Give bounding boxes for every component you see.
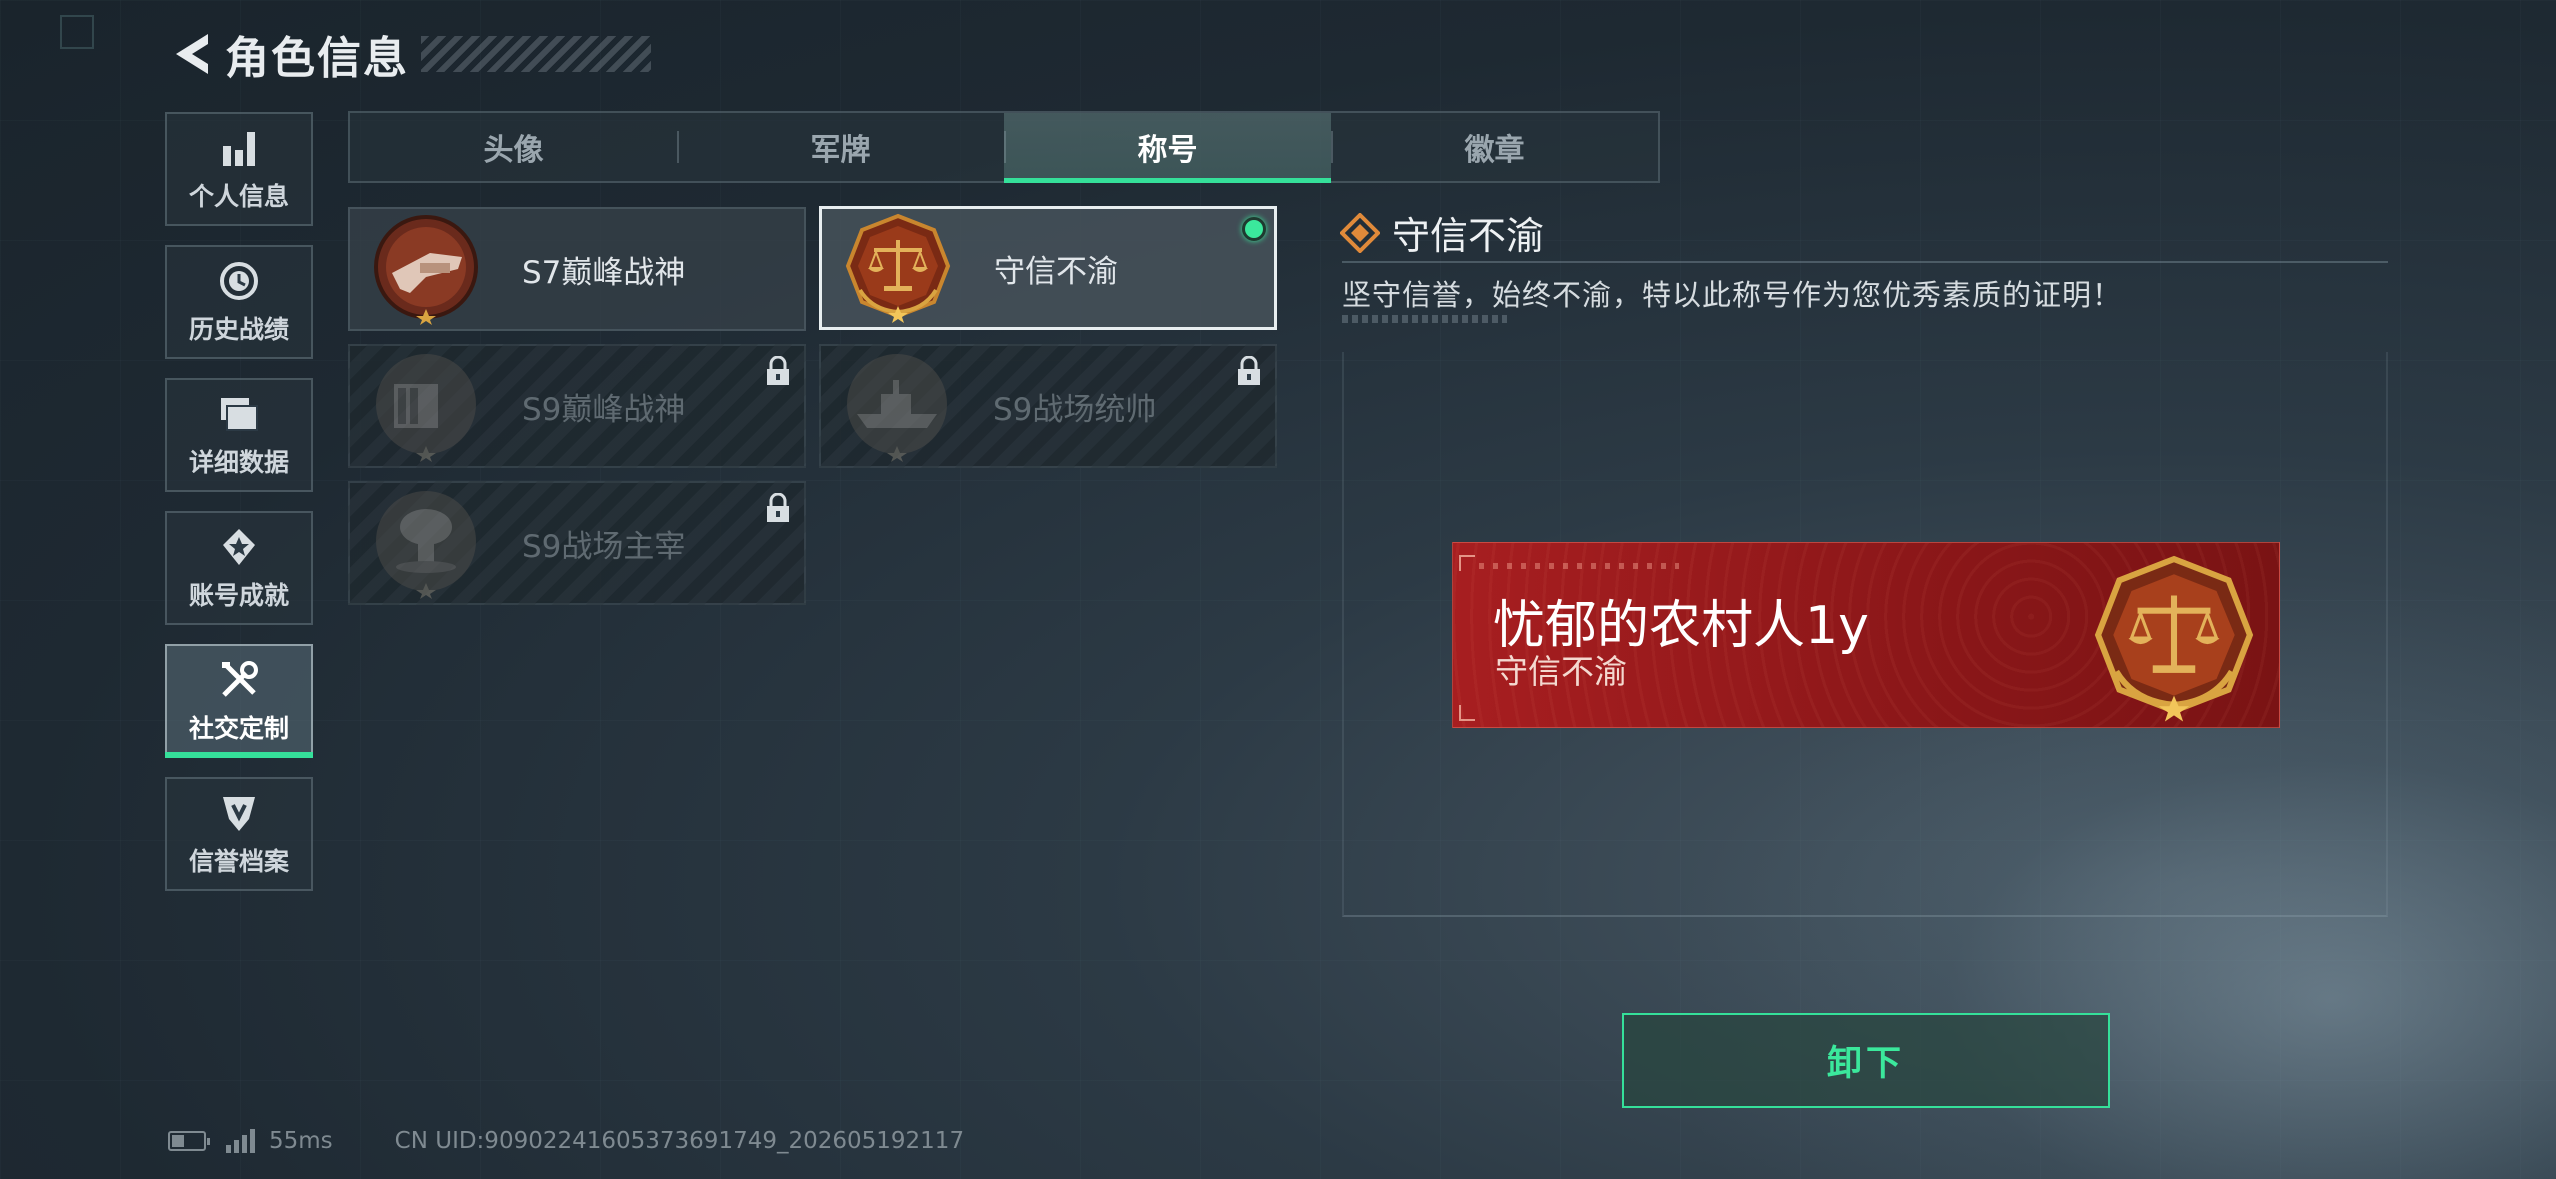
- sidebar-item-credit[interactable]: 信誉档案: [165, 777, 313, 891]
- diamond-icon: [1340, 212, 1380, 253]
- sidebar-item-label: 详细数据: [188, 448, 289, 477]
- sidebar-item-label: 个人信息: [188, 182, 289, 211]
- banner-corner: [1459, 555, 1475, 571]
- unequip-button[interactable]: 卸下: [1622, 1013, 2110, 1108]
- uid-text: CN UID:9090224160537369174​9_20260519211…: [394, 1128, 965, 1154]
- sidebar-item-social-custom[interactable]: 社交定制: [165, 644, 313, 758]
- tab-avatar[interactable]: 头像: [350, 113, 677, 181]
- sidebar-item-label: 信誉档案: [188, 847, 289, 876]
- sidebar-item-label: 社交定制: [188, 714, 289, 743]
- ping-value: 55ms: [269, 1128, 333, 1154]
- title-medal-icon: [370, 213, 482, 325]
- sidebar-item-achievements[interactable]: 账号成就: [165, 511, 313, 625]
- signal-icon: [226, 1129, 255, 1153]
- equipped-indicator: [1242, 217, 1266, 241]
- detail-header: 守信不渝: [1340, 205, 1544, 260]
- tab-dogtag[interactable]: 军牌: [677, 113, 1004, 181]
- sidebar-item-label: 账号成就: [188, 581, 289, 610]
- lock-icon: [1235, 355, 1263, 386]
- title-card[interactable]: S7巅峰战神: [348, 207, 806, 331]
- scales-medal-icon: [2089, 553, 2259, 723]
- title-name: S9巅峰战神: [522, 391, 686, 428]
- bar-chart-icon: [219, 125, 259, 171]
- title-medal-icon: [370, 487, 482, 599]
- scales-medal-icon: [842, 212, 954, 324]
- title-card-selected[interactable]: 守信不渝: [819, 206, 1277, 330]
- banner-corner: [1459, 705, 1475, 721]
- title-decoration: [421, 36, 651, 72]
- title-card-locked[interactable]: S9战场统帅: [819, 344, 1277, 468]
- title-banner-preview: 忧郁的农村人1y 守信不渝: [1452, 542, 2280, 728]
- title-name: S7巅峰战神: [522, 254, 686, 291]
- achievement-icon: [219, 524, 259, 570]
- tab-bar: 头像 军牌 称号 徽章: [348, 111, 1660, 183]
- lock-icon: [764, 355, 792, 386]
- decor-dash: [1342, 315, 1507, 323]
- sidebar-item-label: 历史战绩: [188, 315, 289, 344]
- detail-title: 守信不渝: [1392, 214, 1545, 258]
- status-footer: 55ms CN UID:9090224160537369174​9_202605…: [168, 1128, 964, 1154]
- back-arrow-icon: [176, 34, 208, 74]
- battery-icon: [168, 1131, 210, 1151]
- title-name: S9战场统帅: [993, 391, 1157, 428]
- lock-icon: [764, 492, 792, 523]
- back-button[interactable]: [165, 24, 215, 84]
- tab-title[interactable]: 称号: [1004, 113, 1331, 183]
- page-title: 角色信息: [225, 33, 409, 84]
- title-card-locked[interactable]: S9战场主宰: [348, 481, 806, 605]
- sidebar-item-personal-info[interactable]: 个人信息: [165, 112, 313, 226]
- clock-history-icon: [218, 258, 260, 304]
- sidebar: 个人信息 历史战绩 详细数据 账号成就 社交定制 信誉档案: [165, 112, 315, 910]
- folders-icon: [217, 391, 261, 437]
- banner-title: 守信不渝: [1495, 652, 1627, 691]
- sidebar-item-history[interactable]: 历史战绩: [165, 245, 313, 359]
- banner-decoration: [1479, 563, 1679, 569]
- divider: [1342, 261, 2388, 263]
- title-medal-icon: [370, 350, 482, 462]
- title-name: 守信不渝: [994, 253, 1118, 290]
- page-header: 角色信息: [165, 22, 651, 86]
- title-medal-icon: [841, 350, 953, 462]
- title-card-locked[interactable]: S9巅峰战神: [348, 344, 806, 468]
- detail-description: 坚守信誉，始终不渝，特以此称号作为您优秀素质的证明！: [1342, 278, 2123, 312]
- decor-corner: [60, 15, 94, 49]
- credit-shield-icon: [219, 790, 259, 836]
- tab-badge[interactable]: 徽章: [1331, 113, 1658, 181]
- tools-icon: [218, 657, 260, 703]
- title-name: S9战场主宰: [522, 528, 686, 565]
- sidebar-item-details[interactable]: 详细数据: [165, 378, 313, 492]
